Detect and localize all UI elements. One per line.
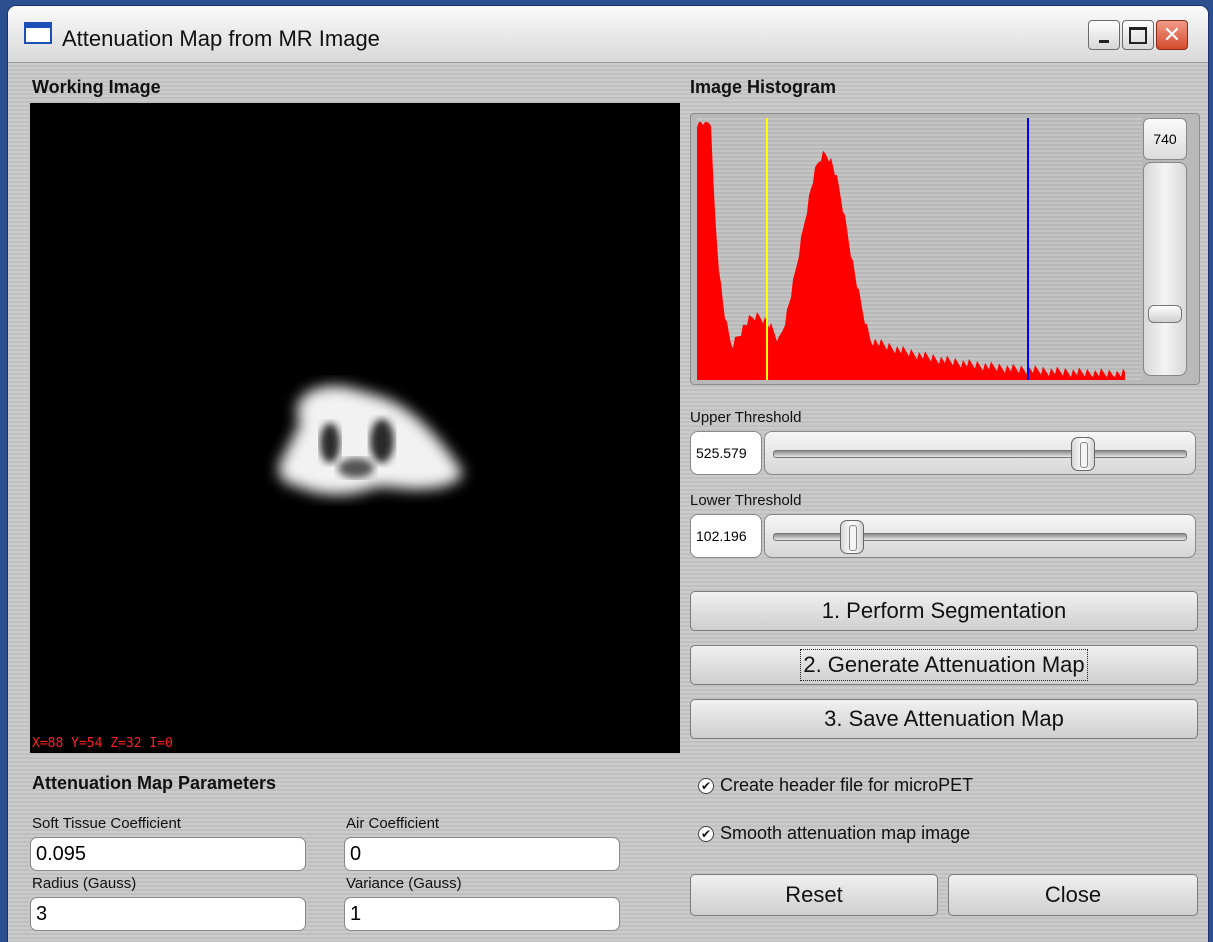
close-icon: ✕ (1162, 22, 1182, 48)
histogram-max-value: 740 (1143, 118, 1187, 160)
upper-threshold-thumb[interactable] (1071, 437, 1095, 471)
smooth-image-checkbox[interactable]: ✔ Smooth attenuation map image (698, 823, 970, 844)
histogram-scale-slider[interactable] (1143, 162, 1187, 376)
working-image-label: Working Image (32, 77, 161, 97)
minimize-button[interactable] (1088, 20, 1120, 50)
lower-threshold-label: Lower Threshold (690, 492, 802, 509)
reset-label: Reset (785, 882, 843, 907)
air-coefficient-label: Air Coefficient (346, 815, 440, 832)
mr-slice-image (278, 385, 463, 495)
check-icon: ✔ (698, 777, 714, 794)
lower-threshold-slider[interactable] (764, 514, 1196, 558)
histogram-bars (697, 122, 1125, 380)
histogram-panel: 740 (690, 113, 1200, 385)
histogram-scale-thumb[interactable] (1148, 305, 1182, 323)
lower-threshold-thumb[interactable] (840, 520, 864, 554)
close-button[interactable]: Close (948, 874, 1198, 916)
histogram-plot (697, 118, 1142, 380)
params-title: Attenuation Map Parameters (32, 773, 277, 793)
upper-threshold-slider[interactable] (764, 431, 1196, 475)
create-header-checkbox[interactable]: ✔ Create header file for microPET (698, 775, 973, 796)
save-attenuation-map-label: 3. Save Attenuation Map (824, 706, 1064, 731)
window-title: Attenuation Map from MR Image (62, 26, 380, 51)
variance-field[interactable]: 1 (344, 897, 620, 931)
window-icon (24, 22, 52, 44)
create-header-label: Create header file for microPET (720, 775, 974, 795)
variance-label: Variance (Gauss) (346, 875, 462, 892)
lower-threshold-groove (773, 533, 1187, 541)
upper-threshold-groove (773, 450, 1187, 458)
upper-threshold-label: Upper Threshold (690, 409, 802, 426)
minimize-icon (1099, 39, 1109, 43)
app-window: Attenuation Map from MR Image ✕ Working … (8, 6, 1208, 942)
working-image-canvas[interactable]: X=88 Y=54 Z=32 I=0 (30, 103, 680, 753)
title-bar[interactable]: Attenuation Map from MR Image ✕ (8, 6, 1208, 63)
soft-tissue-label: Soft Tissue Coefficient (32, 815, 181, 832)
reset-button[interactable]: Reset (690, 874, 938, 916)
close-label: Close (1044, 882, 1102, 907)
generate-attenuation-map-button[interactable]: 2. Generate Attenuation Map (690, 645, 1198, 685)
check-icon: ✔ (698, 825, 714, 842)
radius-label: Radius (Gauss) (32, 875, 137, 892)
lower-threshold-value[interactable]: 102.196 (690, 514, 762, 558)
air-coefficient-field[interactable]: 0 (344, 837, 620, 871)
soft-tissue-field[interactable]: 0.095 (30, 837, 306, 871)
histogram-label: Image Histogram (690, 77, 837, 97)
perform-segmentation-label: 1. Perform Segmentation (821, 598, 1067, 623)
upper-threshold-value[interactable]: 525.579 (690, 431, 762, 475)
dialog-body: Working Image X=88 Y=54 Z=32 I=0 Image H… (8, 63, 1208, 942)
close-window-button[interactable]: ✕ (1156, 20, 1188, 50)
histogram-chart (697, 118, 1125, 380)
save-attenuation-map-button[interactable]: 3. Save Attenuation Map (690, 699, 1198, 739)
smooth-image-label: Smooth attenuation map image (720, 823, 971, 843)
maximize-icon (1129, 26, 1147, 44)
maximize-button[interactable] (1122, 20, 1154, 50)
cursor-coordinates: X=88 Y=54 Z=32 I=0 (32, 736, 173, 751)
generate-attenuation-map-label: 2. Generate Attenuation Map (800, 649, 1088, 681)
perform-segmentation-button[interactable]: 1. Perform Segmentation (690, 591, 1198, 631)
radius-field[interactable]: 3 (30, 897, 306, 931)
